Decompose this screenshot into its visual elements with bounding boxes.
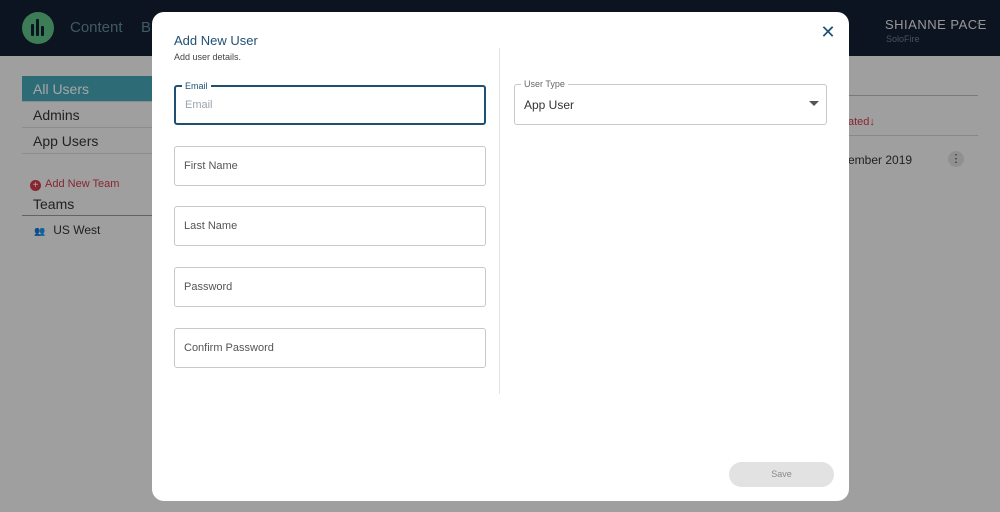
close-icon[interactable]: ✕ (820, 23, 836, 41)
user-type-select[interactable]: User Type App User (514, 78, 827, 125)
confirm-password-input[interactable] (175, 329, 485, 367)
dialog-subtitle: Add user details. (174, 52, 242, 62)
email-input[interactable] (176, 87, 484, 123)
first-name-field (174, 146, 486, 186)
email-field: Email (174, 80, 486, 125)
last-name-input[interactable] (175, 207, 485, 245)
column-divider (499, 48, 500, 394)
password-input[interactable] (175, 268, 485, 306)
save-button[interactable]: Save (729, 462, 834, 487)
password-field (174, 267, 486, 307)
user-type-value: App User (524, 98, 575, 112)
first-name-input[interactable] (175, 147, 485, 185)
caret-down-icon (809, 101, 819, 106)
confirm-password-field (174, 328, 486, 368)
last-name-field (174, 206, 486, 246)
dialog-title: Add New User (174, 33, 258, 48)
user-type-label: User Type (521, 78, 568, 90)
add-user-dialog: Add New User Add user details. ✕ Email U… (152, 12, 849, 501)
email-label: Email (182, 80, 211, 92)
